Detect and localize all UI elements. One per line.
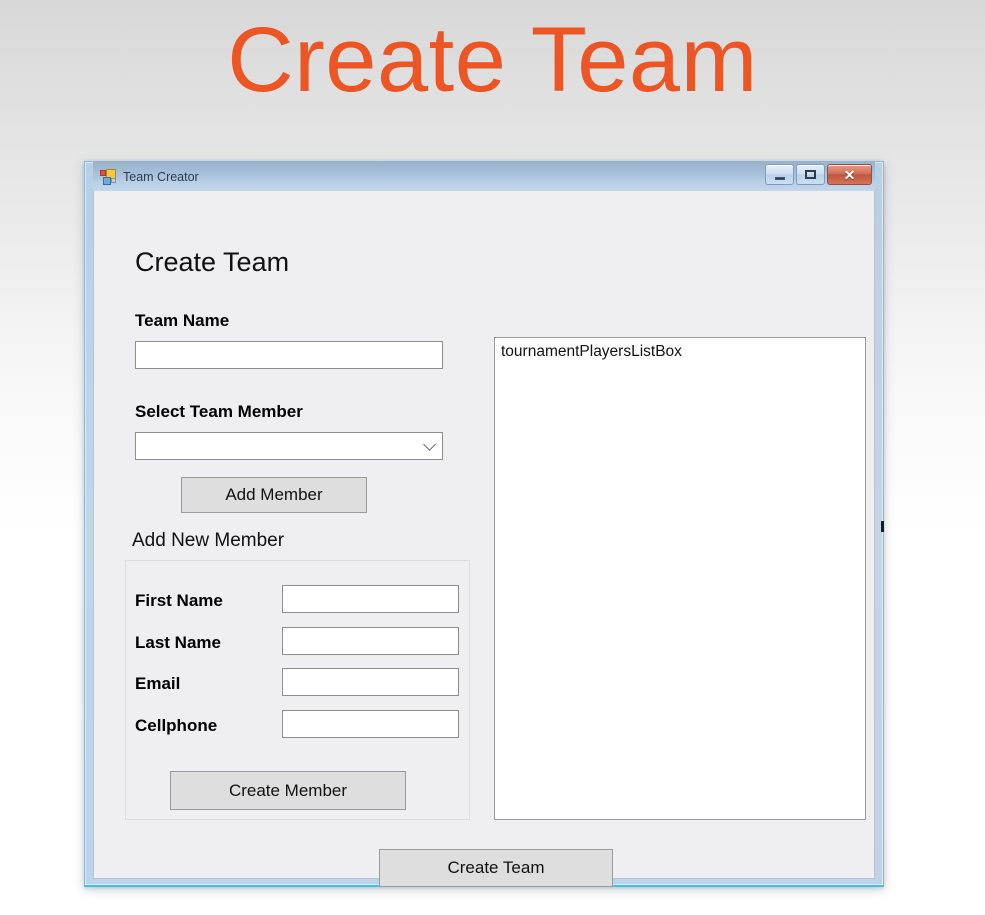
winforms-app-icon xyxy=(100,168,116,185)
slide-title: Create Team xyxy=(227,9,758,111)
last-name-label: Last Name xyxy=(135,633,221,652)
title-bar[interactable]: Team Creator ✕ xyxy=(93,162,875,191)
cellphone-label: Cellphone xyxy=(135,716,218,735)
application-window: Team Creator ✕ Create Team Team Name Sel… xyxy=(84,161,884,887)
close-icon: ✕ xyxy=(843,166,856,183)
add-new-member-legend: Add New Member xyxy=(132,530,285,551)
add-member-button[interactable]: Add Member xyxy=(181,477,367,513)
list-item[interactable]: tournamentPlayersListBox xyxy=(495,338,865,361)
form-client-area: Create Team Team Name Select Team Member… xyxy=(93,191,875,887)
close-button[interactable]: ✕ xyxy=(827,164,872,185)
team-name-input[interactable] xyxy=(135,341,443,369)
select-team-member-label: Select Team Member xyxy=(135,402,303,421)
first-name-label: First Name xyxy=(135,591,223,610)
minimize-icon xyxy=(774,176,785,180)
minimize-button[interactable] xyxy=(765,164,794,185)
cellphone-input[interactable] xyxy=(282,710,459,738)
maximize-button[interactable] xyxy=(796,164,825,185)
team-name-label: Team Name xyxy=(135,311,230,330)
window-title: Team Creator xyxy=(123,169,199,184)
create-team-button[interactable]: Create Team xyxy=(379,849,613,887)
email-input[interactable] xyxy=(282,668,459,696)
create-member-button[interactable]: Create Member xyxy=(170,771,406,810)
chevron-down-icon xyxy=(423,438,436,451)
email-label: Email xyxy=(135,674,181,693)
first-name-input[interactable] xyxy=(282,585,459,613)
window-controls: ✕ xyxy=(765,164,872,185)
maximize-icon xyxy=(805,170,816,179)
form-heading: Create Team xyxy=(135,247,290,277)
select-team-member-dropdown[interactable] xyxy=(135,432,443,460)
resize-cursor-mark xyxy=(881,521,884,532)
last-name-input[interactable] xyxy=(282,627,459,655)
tournament-players-listbox[interactable]: tournamentPlayersListBox xyxy=(494,337,866,820)
